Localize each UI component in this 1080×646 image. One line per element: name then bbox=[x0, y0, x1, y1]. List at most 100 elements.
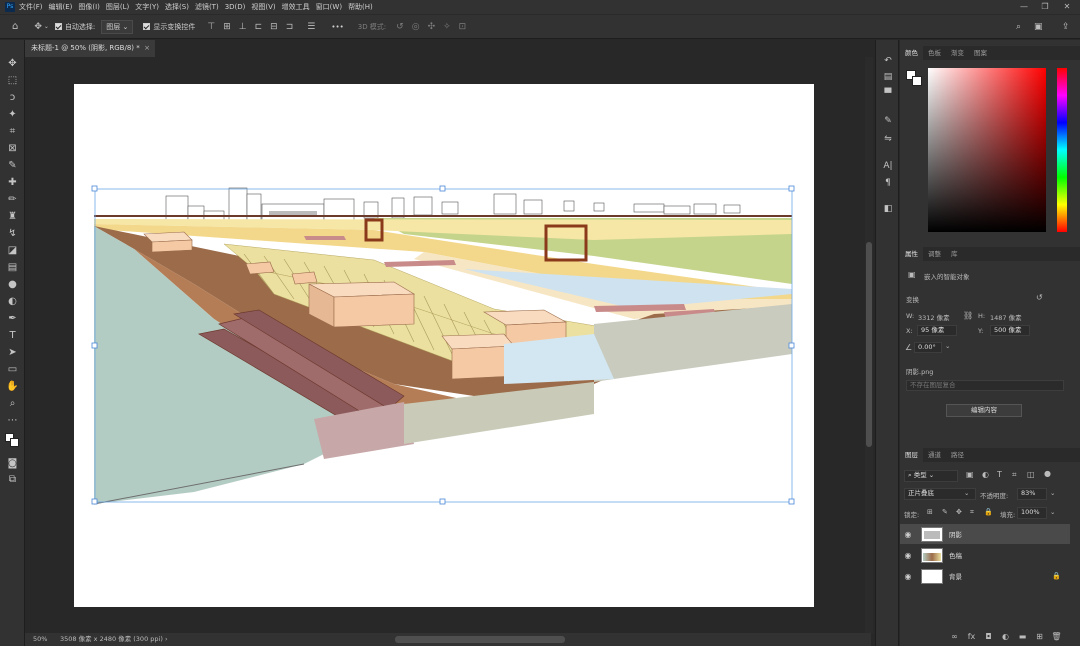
filter-pixel-icon[interactable]: ▣ bbox=[966, 470, 974, 479]
chevron-down-icon[interactable]: ⌄ bbox=[1050, 489, 1055, 497]
menu-layer[interactable]: 图层(L) bbox=[106, 2, 135, 12]
lock-position-icon[interactable]: ✥ bbox=[956, 508, 962, 516]
tab-swatches[interactable]: 色板 bbox=[923, 46, 946, 60]
menu-image[interactable]: 图像(I) bbox=[78, 2, 106, 12]
rectangle-tool-icon[interactable]: ▭ bbox=[4, 362, 21, 377]
zoom-tool-icon[interactable]: ⌕ bbox=[4, 396, 21, 411]
color-picker-field[interactable] bbox=[928, 68, 1046, 232]
auto-select-checkbox[interactable]: 自动选择: bbox=[54, 22, 95, 32]
fill-input[interactable]: 100% bbox=[1017, 507, 1047, 519]
search-icon[interactable]: ⌕ bbox=[1016, 22, 1021, 32]
restore-button[interactable]: ❐ bbox=[1036, 0, 1054, 14]
fx-icon[interactable]: fx bbox=[965, 631, 978, 643]
menu-type[interactable]: 文字(Y) bbox=[135, 2, 165, 12]
comments-icon[interactable]: ▀ bbox=[880, 87, 896, 101]
menu-view[interactable]: 视图(V) bbox=[251, 2, 281, 12]
gradient-tool-icon[interactable]: ▤ bbox=[4, 260, 21, 275]
history-icon[interactable]: ↶ bbox=[880, 54, 896, 68]
3d-pan-icon[interactable]: ✣ bbox=[428, 22, 436, 32]
tab-libraries[interactable]: 库 bbox=[946, 247, 963, 261]
zoom-level[interactable]: 50% bbox=[33, 633, 47, 646]
tab-layers[interactable]: 图层 bbox=[900, 448, 923, 462]
minimize-button[interactable]: — bbox=[1015, 0, 1033, 14]
lasso-tool-icon[interactable]: ↄ bbox=[4, 90, 21, 105]
actions-icon[interactable]: ▤ bbox=[880, 70, 896, 84]
layer-row-color-draft[interactable]: ◉ 色稿 bbox=[900, 545, 1070, 565]
filter-adjustment-icon[interactable]: ◐ bbox=[982, 470, 989, 479]
3d-roll-icon[interactable]: ◎ bbox=[412, 22, 420, 32]
background-color-swatch[interactable] bbox=[912, 76, 922, 86]
menu-filter[interactable]: 滤镜(T) bbox=[195, 2, 225, 12]
character-icon[interactable]: A| bbox=[880, 159, 896, 173]
reset-transform-icon[interactable]: ↺ bbox=[1036, 293, 1043, 302]
layer-filter-select[interactable]: ⌕ 类型 ⌄ bbox=[904, 470, 958, 482]
adjust-icon[interactable]: ⇋ bbox=[880, 132, 896, 146]
eraser-tool-icon[interactable]: ◪ bbox=[4, 243, 21, 258]
lock-all-icon[interactable]: 🔒 bbox=[984, 508, 993, 516]
scrollbar-thumb[interactable] bbox=[866, 242, 872, 447]
tab-gradients[interactable]: 渐变 bbox=[946, 46, 969, 60]
adjustment-icon[interactable]: ◐ bbox=[999, 631, 1012, 643]
dodge-tool-icon[interactable]: ◐ bbox=[4, 294, 21, 309]
link-dimensions-icon[interactable]: ⛓ bbox=[963, 311, 973, 320]
paragraph-icon[interactable]: ¶ bbox=[880, 176, 896, 190]
history-brush-icon[interactable]: ↯ bbox=[4, 226, 21, 241]
crop-tool-icon[interactable]: ⌗ bbox=[4, 124, 21, 139]
brush-settings-icon[interactable]: ✎ bbox=[880, 114, 896, 128]
auto-select-dropdown[interactable]: 图层 ⌄ bbox=[101, 19, 134, 34]
hand-tool-icon[interactable]: ✋ bbox=[4, 379, 21, 394]
checkbox-icon[interactable] bbox=[54, 23, 62, 30]
pen-tool-icon[interactable]: ✒ bbox=[4, 311, 21, 326]
tab-paths[interactable]: 路径 bbox=[946, 448, 969, 462]
healing-brush-icon[interactable]: ✚ bbox=[4, 175, 21, 190]
menu-file[interactable]: 文件(F) bbox=[19, 2, 49, 12]
eye-icon[interactable]: ◉ bbox=[900, 572, 916, 581]
scrollbar-thumb[interactable] bbox=[395, 636, 565, 643]
document-tab[interactable]: 未标题-1 @ 50% (阴影, RGB/8) * × bbox=[25, 40, 155, 57]
layer-comp-select[interactable]: 不存在图层复合 bbox=[906, 380, 1064, 391]
layer-name[interactable]: 阴影 bbox=[949, 529, 962, 539]
chevron-down-icon[interactable]: ⌄ bbox=[964, 489, 969, 497]
home-icon[interactable]: ⌂ bbox=[12, 21, 18, 32]
new-layer-icon[interactable]: ⊞ bbox=[1033, 631, 1046, 643]
angle-input[interactable]: 0.00° bbox=[914, 342, 942, 353]
trash-icon[interactable]: 🗑 bbox=[1050, 631, 1063, 643]
checkbox-icon[interactable] bbox=[143, 23, 151, 30]
hue-slider[interactable] bbox=[1057, 68, 1067, 232]
tab-adjustments[interactable]: 调整 bbox=[923, 247, 946, 261]
background-color-swatch[interactable] bbox=[10, 438, 19, 447]
layer-row-background[interactable]: ◉ 背景 🔒 bbox=[900, 566, 1070, 586]
chevron-down-icon[interactable]: ⌄ bbox=[44, 22, 49, 32]
edit-contents-button[interactable]: 编辑内容 bbox=[946, 404, 1022, 417]
y-input[interactable]: 500 像素 bbox=[990, 325, 1030, 336]
menu-edit[interactable]: 编辑(E) bbox=[49, 2, 79, 12]
lock-artboard-icon[interactable]: ⌗ bbox=[970, 508, 974, 517]
filter-type-icon[interactable]: T bbox=[997, 470, 1002, 479]
group-icon[interactable]: ▬ bbox=[1016, 631, 1029, 643]
chevron-down-icon[interactable]: ⌄ bbox=[1050, 508, 1055, 516]
mask-icon[interactable]: ◘ bbox=[982, 631, 995, 643]
menu-help[interactable]: 帮助(H) bbox=[348, 2, 379, 12]
eye-icon[interactable]: ◉ bbox=[900, 551, 916, 560]
eye-icon[interactable]: ◉ bbox=[900, 530, 916, 539]
filter-shape-icon[interactable]: ⌗ bbox=[1012, 470, 1017, 480]
libraries-icon[interactable]: ◧ bbox=[880, 202, 896, 216]
vertical-scrollbar[interactable] bbox=[865, 57, 873, 633]
share-icon[interactable]: ⇪ bbox=[1062, 22, 1070, 32]
blur-tool-icon[interactable]: ● bbox=[4, 277, 21, 292]
align-right-icon[interactable]: ⊐ bbox=[286, 22, 294, 32]
move-tool-icon[interactable]: ✥ bbox=[34, 22, 42, 32]
align-vcenter-icon[interactable]: ⊞ bbox=[223, 22, 231, 32]
layer-row-shadow[interactable]: ◉ 阴影 bbox=[900, 524, 1070, 544]
filter-toggle-icon[interactable]: ● bbox=[1044, 469, 1051, 478]
link-icon[interactable]: ∞ bbox=[948, 631, 961, 643]
screen-mode-icon[interactable]: ⧉ bbox=[4, 472, 21, 487]
lock-transparent-icon[interactable]: ⊞ bbox=[927, 508, 933, 516]
menu-plugins[interactable]: 增效工具 bbox=[282, 2, 316, 12]
close-window-button[interactable]: ✕ bbox=[1058, 0, 1076, 14]
tab-channels[interactable]: 通道 bbox=[923, 448, 946, 462]
move-tool-icon[interactable]: ✥ bbox=[4, 56, 21, 71]
align-hcenter-icon[interactable]: ⊟ bbox=[270, 22, 278, 32]
workspace-icon[interactable]: ▣ bbox=[1034, 22, 1043, 32]
align-top-icon[interactable]: ⊤ bbox=[207, 22, 215, 32]
